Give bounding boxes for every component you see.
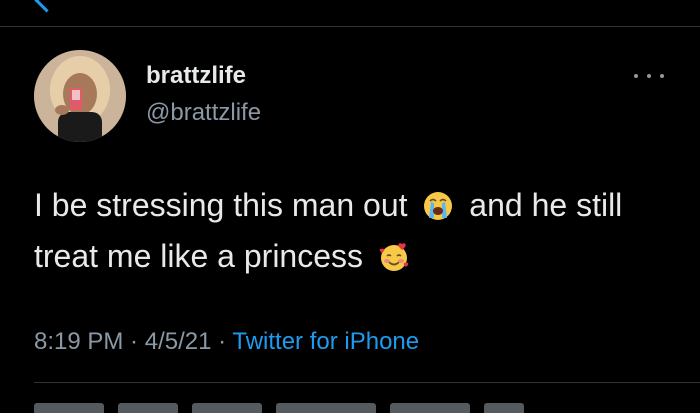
quote-label-cropped bbox=[276, 403, 376, 413]
avatar[interactable] bbox=[34, 50, 126, 142]
engagement-stats-cropped bbox=[34, 403, 594, 413]
loudly-crying-face-icon bbox=[422, 190, 454, 222]
tweet-text: I be stressing this man out and he still… bbox=[34, 180, 664, 282]
smiling-face-with-hearts-icon bbox=[378, 241, 410, 273]
user-handle[interactable]: @brattzlife bbox=[146, 99, 261, 127]
more-horizontal-icon-dot bbox=[647, 74, 651, 78]
more-options-button[interactable] bbox=[634, 66, 664, 86]
top-divider bbox=[0, 26, 700, 27]
quote-count-cropped bbox=[192, 403, 262, 413]
avatar-photo bbox=[34, 50, 126, 142]
chevron-left-icon[interactable] bbox=[34, 0, 59, 13]
tweet-time[interactable]: 8:19 PM bbox=[34, 328, 123, 355]
tweet-date[interactable]: 4/5/21 bbox=[145, 328, 212, 355]
top-bar bbox=[0, 0, 700, 26]
meta-separator: · bbox=[211, 328, 233, 355]
tweet-text-part-1: I be stressing this man out bbox=[34, 187, 417, 223]
like-count-cropped bbox=[390, 403, 470, 413]
display-name[interactable]: brattzlife bbox=[146, 62, 246, 90]
more-horizontal-icon bbox=[634, 74, 638, 78]
bottom-divider bbox=[34, 382, 700, 383]
retweet-label-cropped bbox=[118, 403, 178, 413]
tweet-detail-screen: brattzlife @brattzlife I be stressing th… bbox=[0, 0, 700, 413]
meta-separator: · bbox=[123, 328, 145, 355]
tweet-metadata: 8:19 PM · 4/5/21 · Twitter for iPhone bbox=[34, 328, 419, 356]
like-label-cropped bbox=[484, 403, 524, 413]
retweet-count-cropped bbox=[34, 403, 104, 413]
tweet-source-link[interactable]: Twitter for iPhone bbox=[232, 328, 419, 355]
more-horizontal-icon-dot bbox=[660, 74, 664, 78]
